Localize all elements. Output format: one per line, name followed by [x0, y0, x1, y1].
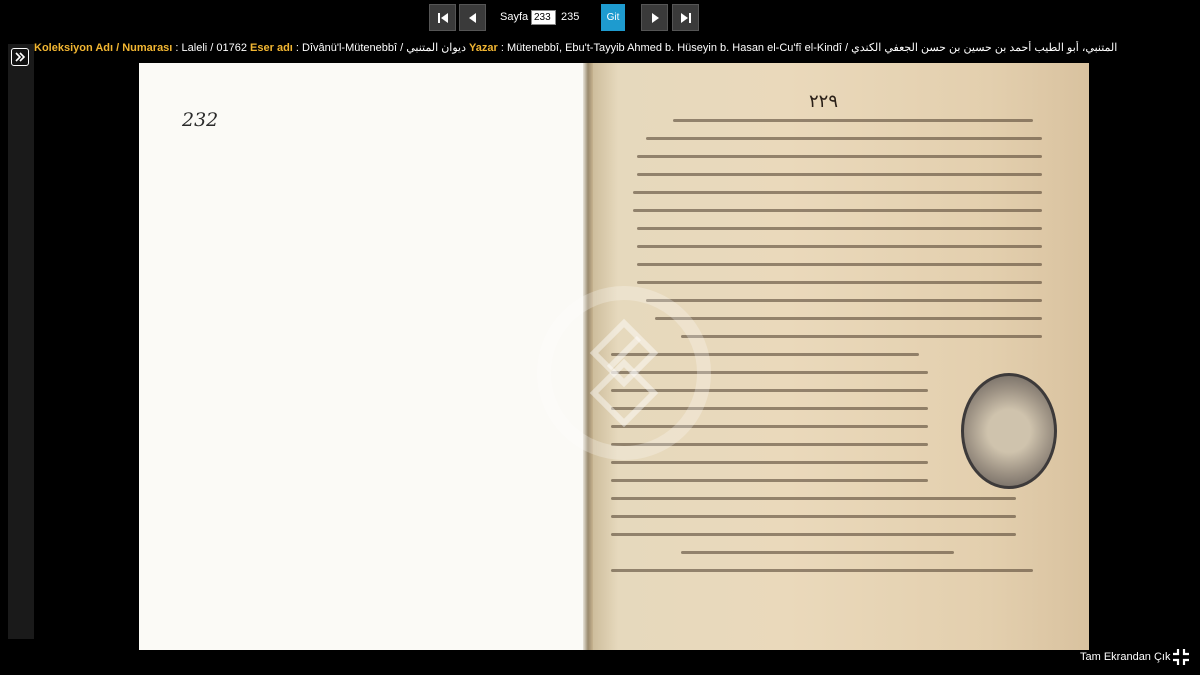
previous-page-button[interactable] [459, 4, 486, 31]
script-line [611, 479, 928, 482]
top-navigation-bar: Sayfa 235 Git [0, 0, 1200, 36]
script-line [637, 245, 1043, 248]
script-line [646, 137, 1043, 140]
exit-fullscreen-icon[interactable] [1172, 648, 1190, 666]
work-value: : Dîvânü'l-Mütenebbî / ديوان المتنبي [295, 42, 466, 54]
script-line [633, 209, 1043, 212]
folio-number-right: ٢٢٩ [809, 91, 839, 112]
side-panel [8, 44, 34, 639]
next-page-icon [651, 12, 659, 23]
manuscript-viewer[interactable]: 232 ٢٢٩ [139, 63, 1089, 650]
script-line [637, 227, 1043, 230]
script-line [611, 569, 1034, 572]
script-line [681, 335, 1043, 338]
collection-key: Koleksiyon Adı / Numarası [34, 42, 173, 54]
script-line [637, 173, 1043, 176]
manuscript-left-page [139, 63, 588, 650]
script-line [672, 119, 1034, 122]
author-key: Yazar [469, 42, 498, 54]
page-label: Sayfa [500, 11, 529, 23]
go-button[interactable]: Git [601, 4, 625, 31]
expand-panel-button[interactable] [11, 48, 29, 66]
expand-panel-icon [15, 52, 26, 62]
script-line [681, 551, 955, 554]
script-line [611, 515, 1016, 518]
last-page-button[interactable] [672, 4, 699, 31]
page-number-input[interactable] [531, 10, 556, 25]
last-page-icon [680, 12, 691, 23]
exit-fullscreen-label[interactable]: Tam Ekrandan Çık [1080, 651, 1170, 663]
folio-number-left: 232 [182, 109, 219, 131]
document-info-line: Koleksiyon Adı / Numarası : Laleli / 017… [34, 41, 1194, 55]
script-line [611, 533, 1016, 536]
page-total: 235 [561, 11, 580, 23]
script-line [611, 497, 1016, 500]
first-page-icon [437, 12, 448, 23]
library-seal-icon [961, 373, 1057, 489]
collection-value: : Laleli / 01762 [175, 42, 247, 54]
next-page-button[interactable] [641, 4, 668, 31]
previous-page-icon [468, 12, 476, 23]
author-value: : Mütenebbî, Ebu't-Tayyib Ahmed b. Hüsey… [500, 42, 1118, 54]
work-key: Eser adı [250, 42, 293, 54]
watermark-logo-icon [537, 286, 711, 460]
script-line [633, 191, 1043, 194]
first-page-button[interactable] [429, 4, 456, 31]
script-line [637, 155, 1043, 158]
